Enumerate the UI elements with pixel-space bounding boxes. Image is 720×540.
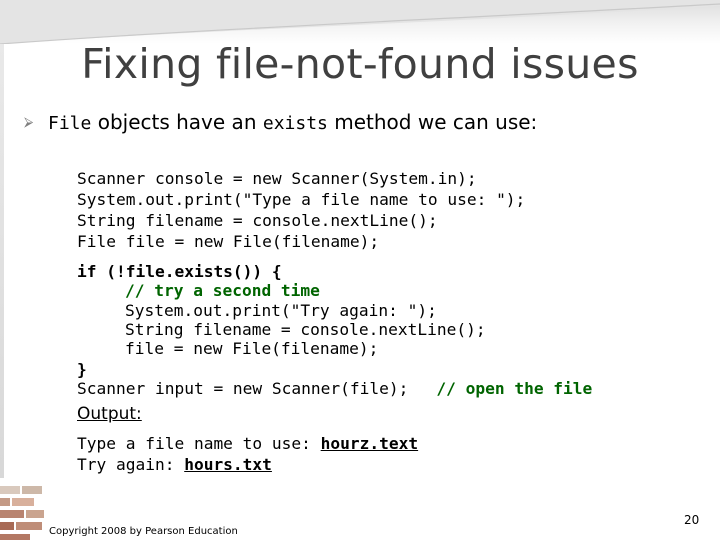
output-line-1: Type a file name to use: hourz.text: [77, 434, 418, 453]
code-line: String filename = console.nextLine();: [125, 319, 486, 339]
code-line: file = new File(filename);: [125, 339, 379, 359]
code-open-comment: // open the file: [436, 379, 593, 399]
brick-decoration: [0, 478, 46, 540]
bullet-code-file: File: [48, 113, 92, 134]
code-comment-line: // try a second time: [125, 281, 320, 301]
code-line: System.out.print("Try again: ");: [125, 300, 437, 320]
code-scanner-input: Scanner input = new Scanner(file);: [77, 379, 409, 399]
slide-title: Fixing file-not-found issues: [81, 40, 639, 88]
output-label: Output:: [77, 404, 142, 424]
header-swoosh: [0, 0, 720, 44]
output-user-input-2: hours.txt: [184, 455, 272, 474]
footer-copyright: Copyright 2008 by Pearson Education: [49, 526, 238, 537]
bullet-text-2: method we can use:: [334, 110, 538, 134]
code-close-brace: }: [77, 360, 87, 380]
code-line: Scanner console = new Scanner(System.in)…: [77, 169, 477, 188]
output-line-2: Try again: hours.txt: [77, 455, 272, 474]
page-number: 20: [684, 513, 700, 527]
code-line: System.out.print("Type a file name to us…: [77, 190, 526, 209]
bullet-arrow-icon: ⮚: [24, 115, 34, 130]
code-block-2: if (!file.exists()) {// try a second tim…: [77, 243, 592, 418]
left-accent-bar: [0, 44, 4, 524]
bullet-text-1: objects have an: [97, 110, 257, 134]
output-prompt-1: Type a file name to use:: [77, 434, 321, 453]
code-if-line: if (!file.exists()) {: [77, 262, 282, 282]
bullet-point: ⮚ File objects have an exists method we c…: [24, 110, 537, 134]
output-prompt-2: Try again:: [77, 455, 185, 474]
bullet-code-exists: exists: [262, 113, 328, 134]
code-last-line: Scanner input = new Scanner(file); // ope…: [77, 379, 592, 398]
output-user-input-1: hourz.text: [320, 434, 419, 453]
code-line: String filename = console.nextLine();: [77, 211, 438, 230]
